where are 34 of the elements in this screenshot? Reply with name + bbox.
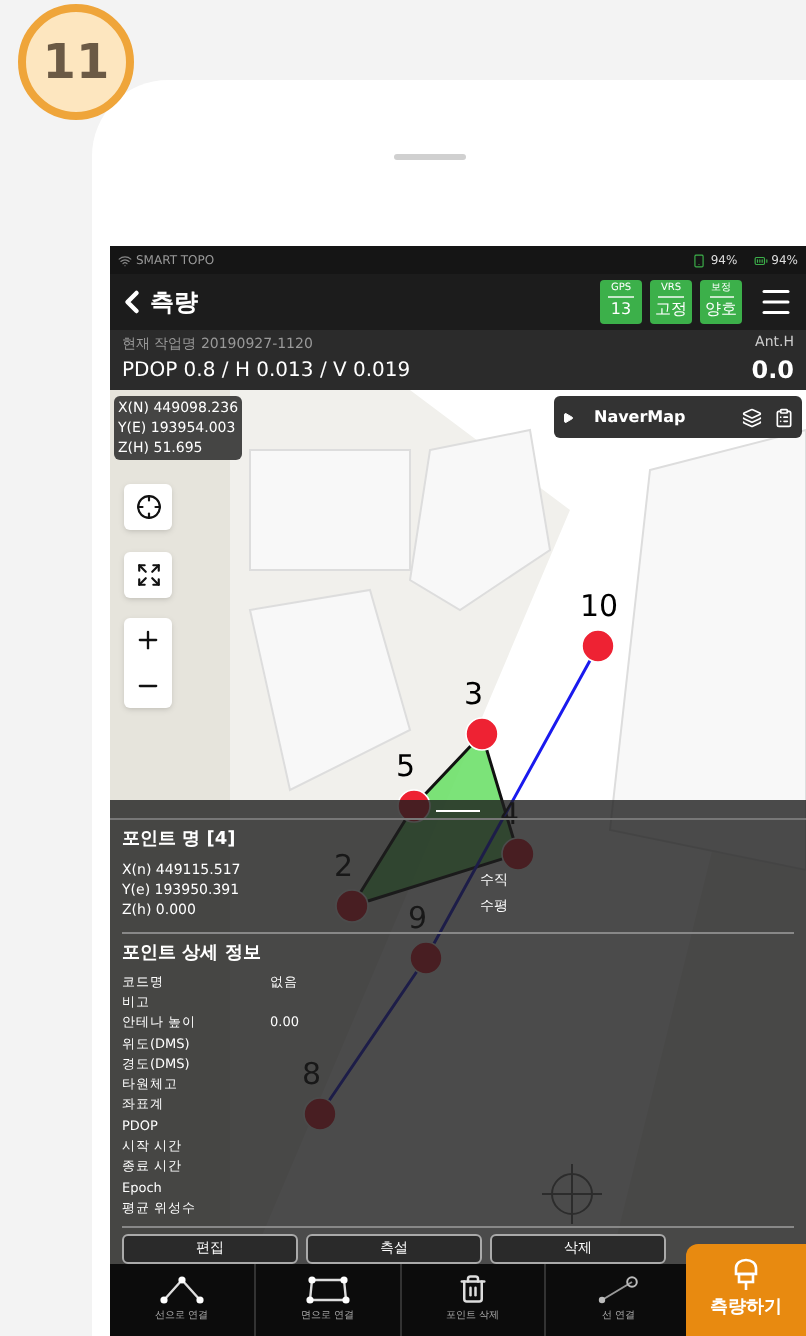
wifi-icon bbox=[118, 253, 132, 267]
battery-icon bbox=[753, 253, 768, 267]
zoom-in-icon[interactable] bbox=[134, 626, 162, 655]
point-number: 5 bbox=[396, 752, 416, 782]
point-number: 10 bbox=[580, 592, 619, 622]
polyline-icon bbox=[159, 1275, 204, 1304]
play-icon[interactable] bbox=[562, 411, 574, 423]
point-name: 포인트 명 [4] bbox=[122, 828, 238, 855]
list-icon[interactable] bbox=[774, 407, 794, 427]
expand-icon bbox=[135, 562, 161, 588]
phone-speaker bbox=[394, 154, 466, 160]
device-icon bbox=[692, 253, 707, 267]
map-layer-name[interactable]: NaverMap bbox=[594, 405, 686, 429]
indicator-value: 양호 bbox=[705, 302, 737, 318]
layers-icon[interactable] bbox=[742, 407, 762, 427]
point-marker[interactable] bbox=[465, 717, 499, 751]
point-marker[interactable] bbox=[581, 629, 615, 663]
crosshair-icon bbox=[135, 494, 161, 520]
detail-title: 포인트 상세 정보 bbox=[122, 941, 263, 968]
menu-icon[interactable] bbox=[758, 284, 794, 320]
connect-icon bbox=[596, 1275, 641, 1304]
gps-receiver-icon bbox=[732, 1256, 760, 1293]
indicator-value: 고정 bbox=[655, 302, 687, 318]
step-number-badge: 11 bbox=[18, 4, 134, 120]
locate-button[interactable] bbox=[124, 484, 172, 530]
trash-icon bbox=[457, 1274, 488, 1305]
indicator-value: 13 bbox=[610, 302, 632, 318]
page-title: 측량 bbox=[150, 286, 198, 320]
point-number: 3 bbox=[464, 680, 484, 710]
fit-extent-button[interactable] bbox=[124, 552, 172, 598]
polygon-icon bbox=[305, 1275, 350, 1304]
precision-text: PDOP 0.8 / H 0.013 / V 0.019 bbox=[122, 357, 411, 386]
panel-handle[interactable] bbox=[436, 810, 480, 811]
antenna-height: 0.0 bbox=[751, 354, 794, 389]
